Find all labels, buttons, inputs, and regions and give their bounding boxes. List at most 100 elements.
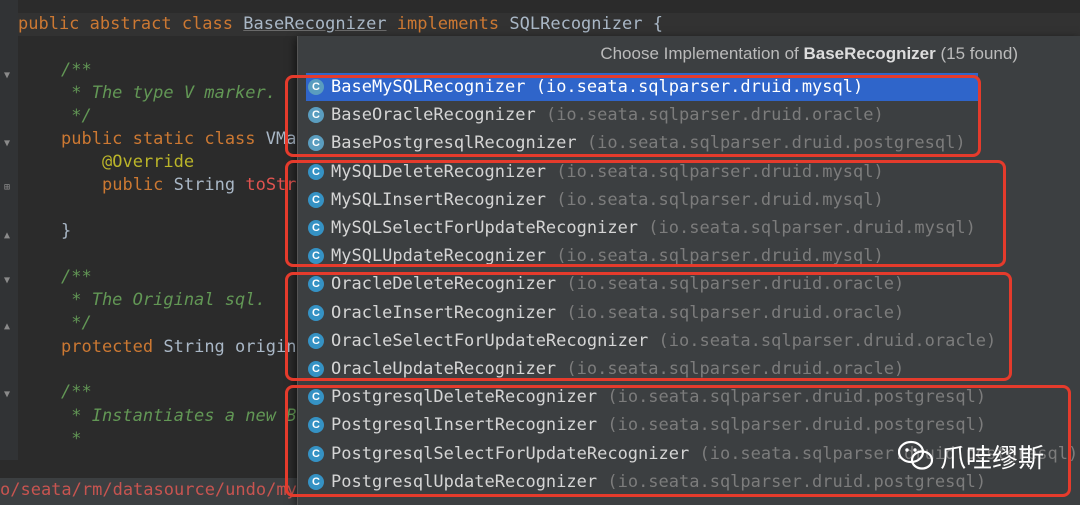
keyword: abstract (89, 14, 172, 34)
implementation-item[interactable]: C OracleInsertRecognizer (io.seata.sqlpar… (306, 299, 978, 327)
class-name: BaseOracleRecognizer (331, 105, 536, 125)
class-icon: C (308, 107, 324, 123)
class-name[interactable]: BaseRecognizer (243, 14, 386, 34)
package-name: (io.seata.sqlparser.druid.postgresql) (607, 387, 987, 407)
implementation-label: BaseOracleRecognizer (io.seata.sqlparser… (331, 101, 884, 129)
implementation-label: PostgresqlUpdateRecognizer (io.seata.sql… (331, 468, 986, 496)
fold-icon[interactable]: ▼ (4, 71, 14, 81)
interface-name: SQLRecognizer (509, 14, 643, 34)
fold-icon[interactable]: ▲ (4, 322, 14, 332)
class-name: OracleUpdateRecognizer (331, 359, 557, 379)
fold-icon[interactable]: ▲ (4, 231, 14, 241)
implementation-item[interactable]: C PostgresqlDeleteRecognizer (io.seata.sq… (306, 383, 986, 411)
editor-gutter: ▼ ▼ ⊞ ▲ ▼ ▲ ▼ (0, 0, 18, 460)
code-line: /** (61, 267, 92, 287)
class-icon: C (308, 333, 324, 349)
implementation-item[interactable]: C MySQLInsertRecognizer (io.seata.sqlpars… (306, 186, 978, 214)
class-icon: C (308, 474, 324, 490)
implementation-item[interactable]: C BaseOracleRecognizer (io.seata.sqlparse… (306, 101, 978, 129)
class-icon: C (308, 276, 324, 292)
class-icon: C (308, 164, 324, 180)
implementation-label: BaseMySQLRecognizer (io.seata.sqlparser.… (331, 73, 863, 101)
implementation-item[interactable]: C OracleDeleteRecognizer (io.seata.sqlpar… (306, 270, 978, 298)
method-name: toStr (245, 175, 297, 195)
keyword: public (102, 175, 164, 195)
type-name: String (173, 175, 236, 195)
popup-title: Choose Implementation of BaseRecognizer … (298, 44, 1018, 64)
implementation-label: MySQLInsertRecognizer (io.seata.sqlparse… (331, 186, 884, 214)
code-line: } (61, 221, 72, 241)
class-icon: C (308, 305, 324, 321)
class-name: PostgresqlSelectForUpdateRecognizer (331, 444, 690, 464)
code-line[interactable]: public abstract class BaseRecognizer imp… (18, 13, 1080, 36)
implementation-label: OracleDeleteRecognizer (io.seata.sqlpars… (331, 270, 904, 298)
class-icon: C (308, 248, 324, 264)
keyword: protected (61, 337, 154, 357)
implementation-item[interactable]: C BaseMySQLRecognizer (io.seata.sqlparser… (306, 73, 978, 101)
implementation-label: OracleSelectForUpdateRecognizer (io.seat… (331, 327, 996, 355)
package-name: (io.seata.sqlparser.druid.mysql) (556, 246, 884, 266)
popup-title-prefix: Choose Implementation of (600, 44, 804, 63)
implementation-label: PostgresqlInsertRecognizer (io.seata.sql… (331, 411, 986, 439)
fold-icon[interactable]: ▼ (4, 276, 14, 286)
package-name: (io.seata.sqlparser.druid.oracle) (545, 105, 884, 125)
choose-implementation-popup[interactable]: Choose Implementation of BaseRecognizer … (297, 36, 1080, 505)
package-name: (io.seata.sqlparser.druid.mysql) (648, 218, 976, 238)
code-line: * The type V marker. (61, 83, 276, 103)
code-line: protected String origin (61, 336, 296, 359)
keyword: public (18, 14, 80, 34)
code-line: @Override (102, 152, 195, 172)
field-name: origin (235, 337, 297, 357)
package-name: (io.seata.sqlparser.druid.mysql) (556, 190, 884, 210)
class-name: MySQLInsertRecognizer (331, 190, 546, 210)
implementation-label: OracleInsertRecognizer (io.seata.sqlpars… (331, 299, 904, 327)
implementation-item[interactable]: C PostgresqlUpdateRecognizer (io.seata.sq… (306, 468, 986, 496)
class-name: OracleDeleteRecognizer (331, 274, 557, 294)
implementation-item[interactable]: C PostgresqlSelectForUpdateRecognizer (io… (306, 440, 1078, 468)
class-icon: C (308, 79, 324, 95)
class-icon: C (308, 417, 324, 433)
implementation-label: OracleUpdateRecognizer (io.seata.sqlpars… (331, 355, 904, 383)
package-name: (io.seata.sqlparser.druid.postgresql) (607, 415, 987, 435)
implementation-label: MySQLUpdateRecognizer (io.seata.sqlparse… (331, 242, 884, 270)
keyword: class (204, 129, 256, 149)
code-line: public static class VMa (61, 128, 297, 151)
class-icon: C (308, 389, 324, 405)
keyword: class (181, 14, 233, 34)
code-line: /** (61, 382, 92, 402)
code-line: */ (61, 313, 92, 333)
code-line: * Instantiates a new B (61, 406, 297, 426)
code-line: * (61, 429, 82, 449)
implementation-label: PostgresqlDeleteRecognizer (io.seata.sql… (331, 383, 986, 411)
watermark: 爪哇缪斯 (897, 436, 1044, 476)
code-line: */ (61, 106, 92, 126)
class-name: PostgresqlInsertRecognizer (331, 415, 598, 435)
class-name: MySQLDeleteRecognizer (331, 162, 546, 182)
class-name: BasePostgresqlRecognizer (331, 133, 577, 153)
class-icon: C (308, 361, 324, 377)
package-name: (io.seata.sqlparser.druid.oracle) (566, 303, 905, 323)
package-name: (io.seata.sqlparser.druid.mysql) (556, 162, 884, 182)
implementation-item[interactable]: C OracleSelectForUpdateRecognizer (io.sea… (306, 327, 996, 355)
fold-icon[interactable]: ▼ (4, 139, 14, 149)
implementation-item[interactable]: C MySQLUpdateRecognizer (io.seata.sqlpars… (306, 242, 978, 270)
class-name: BaseMySQLRecognizer (331, 77, 526, 97)
class-icon: C (308, 446, 324, 462)
class-icon: C (308, 220, 324, 236)
implementation-item[interactable]: C MySQLDeleteRecognizer (io.seata.sqlpars… (306, 158, 978, 186)
implementation-item[interactable]: C MySQLSelectForUpdateRecognizer (io.seat… (306, 214, 978, 242)
fold-icon[interactable]: ⊞ (4, 183, 14, 193)
class-name: OracleInsertRecognizer (331, 303, 557, 323)
keyword: public (61, 129, 123, 149)
implementation-label: MySQLSelectForUpdateRecognizer (io.seata… (331, 214, 976, 242)
class-name: VMa (265, 129, 297, 149)
package-name: (io.seata.sqlparser.druid.oracle) (566, 274, 905, 294)
implementation-item[interactable]: C BasePostgresqlRecognizer (io.seata.sqlp… (306, 129, 978, 157)
implementation-item[interactable]: C OracleUpdateRecognizer (io.seata.sqlpar… (306, 355, 978, 383)
fold-icon[interactable]: ▼ (4, 390, 14, 400)
package-name: (io.seata.sqlparser.druid.mysql) (535, 77, 864, 97)
class-name: OracleSelectForUpdateRecognizer (331, 331, 649, 351)
implementation-item[interactable]: C PostgresqlInsertRecognizer (io.seata.sq… (306, 411, 986, 439)
class-icon: C (308, 192, 324, 208)
class-name: PostgresqlDeleteRecognizer (331, 387, 598, 407)
